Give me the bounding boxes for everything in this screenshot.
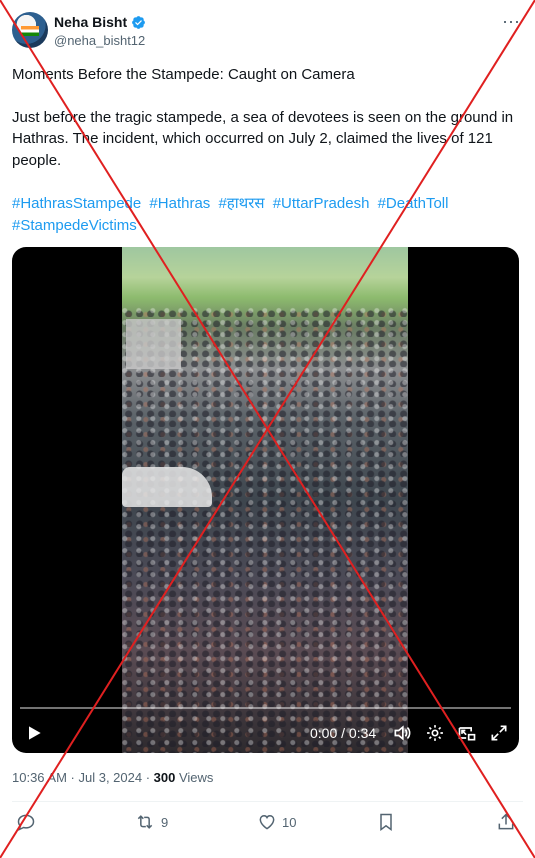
bookmark-icon [380,813,392,831]
tweet-body: Moments Before the Stampede: Caught on C… [12,64,524,192]
share-icon [498,813,514,830]
retweet-button[interactable]: 9 [134,812,168,832]
video-progress-bar[interactable] [20,707,511,709]
views-count: 300 [153,770,176,785]
play-icon[interactable] [24,723,44,743]
retweet-count: 9 [161,814,169,830]
reply-button[interactable] [16,812,41,832]
tweet-paragraph: Just before the tragic stampede, a sea o… [12,108,514,169]
tweet-meta: 10:36 AM · Jul 3, 2024 · 300 Views [12,770,213,785]
like-button[interactable]: 10 [257,812,296,832]
share-button[interactable] [496,812,516,832]
hashtag-link[interactable]: #हाथरस [218,195,264,212]
tweet-header: Neha Bisht @neha_bisht12 ⋯ [12,12,523,52]
car-shape [122,467,212,507]
retweet-icon [137,815,153,829]
author-handle[interactable]: @neha_bisht12 [54,33,145,48]
hashtag-link[interactable]: #Hathras [149,195,210,212]
settings-icon[interactable] [425,723,445,743]
hashtag-link[interactable]: #StampedeVictims [12,217,137,234]
author-name[interactable]: Neha Bisht [54,14,127,30]
video-controls: 0:00 / 0:34 [12,719,519,747]
tweet-title-line: Moments Before the Stampede: Caught on C… [12,66,355,83]
video-frame [122,247,408,753]
more-icon[interactable]: ⋯ [502,12,521,33]
verified-badge-icon [132,15,146,29]
bookmark-button[interactable] [376,812,396,832]
pip-icon[interactable] [457,723,477,743]
timestamp[interactable]: 10:36 AM · Jul 3, 2024 · [12,770,154,785]
video-player[interactable]: 0:00 / 0:34 [12,247,519,753]
views-label: Views [175,770,214,785]
action-bar: 9 10 [12,810,523,838]
like-count: 10 [282,814,297,830]
hashtag-link[interactable]: #UttarPradesh [273,195,370,212]
video-time: 0:00 / 0:34 [310,725,377,741]
reply-icon [17,814,35,831]
volume-icon[interactable] [392,723,412,743]
truck-shape [126,319,181,369]
crowd-scene [122,307,408,753]
hashtag-link[interactable]: #HathrasStampede [12,195,141,212]
divider [12,801,523,802]
hashtag-list: #HathrasStampede #Hathras #हाथरस #UttarP… [12,193,512,236]
author-name-row: Neha Bisht [54,14,146,30]
avatar[interactable] [12,12,48,48]
fullscreen-icon[interactable] [489,723,509,743]
hashtag-link[interactable]: #DeathToll [378,195,449,212]
flag-emblem [21,26,39,36]
like-icon [259,814,275,830]
